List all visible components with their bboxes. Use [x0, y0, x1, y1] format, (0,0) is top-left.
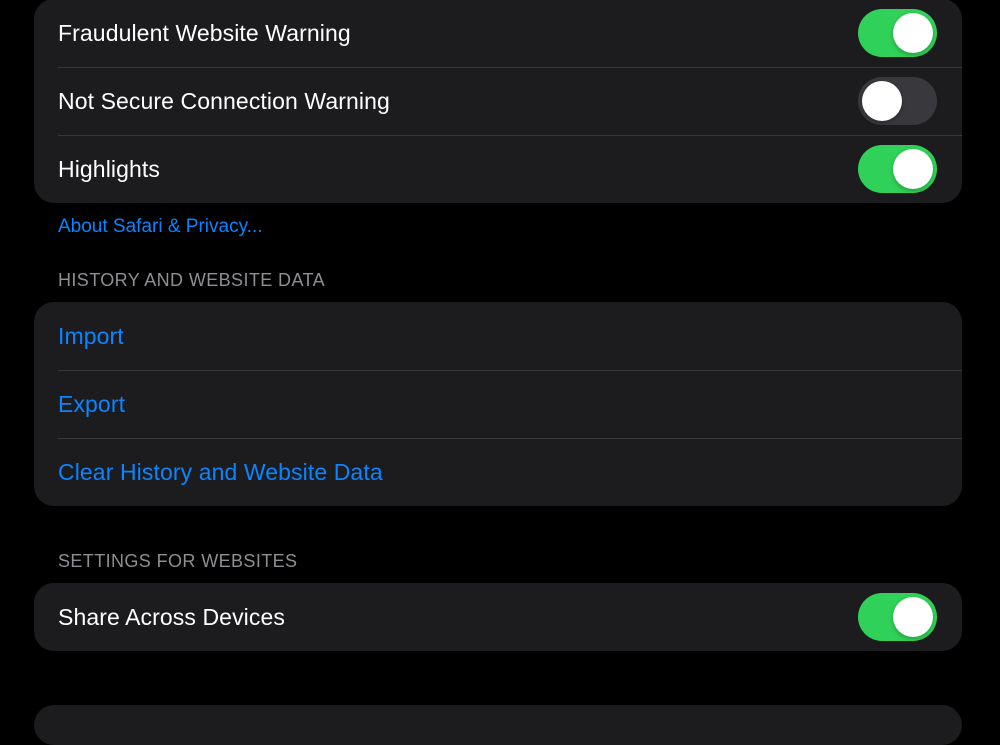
toggle-knob	[862, 81, 902, 121]
next-settings-group	[34, 705, 962, 745]
import-button[interactable]: Import	[58, 323, 124, 350]
about-safari-privacy-link[interactable]: About Safari & Privacy...	[58, 216, 263, 238]
highlights-label: Highlights	[58, 155, 160, 182]
highlights-toggle[interactable]	[858, 145, 937, 193]
security-settings-group: Fraudulent Website Warning Not Secure Co…	[34, 0, 962, 203]
fraudulent-website-warning-toggle[interactable]	[858, 9, 937, 57]
not-secure-connection-warning-row: Not Secure Connection Warning	[34, 67, 962, 135]
clear-history-button[interactable]: Clear History and Website Data	[58, 459, 383, 486]
not-secure-connection-warning-label: Not Secure Connection Warning	[58, 87, 390, 114]
export-button[interactable]: Export	[58, 391, 125, 418]
toggle-knob	[893, 597, 933, 637]
not-secure-connection-warning-toggle[interactable]	[858, 77, 937, 125]
websites-settings-group: Share Across Devices	[34, 583, 962, 651]
history-section-header: HISTORY AND WEBSITE DATA	[58, 270, 325, 290]
share-across-devices-row: Share Across Devices	[34, 583, 962, 651]
clear-history-row[interactable]: Clear History and Website Data	[34, 438, 962, 506]
share-across-devices-toggle[interactable]	[858, 593, 937, 641]
fraudulent-website-warning-row: Fraudulent Website Warning	[34, 0, 962, 67]
toggle-knob	[893, 149, 933, 189]
toggle-knob	[893, 13, 933, 53]
export-row[interactable]: Export	[34, 370, 962, 438]
fraudulent-website-warning-label: Fraudulent Website Warning	[58, 19, 351, 46]
import-row[interactable]: Import	[34, 302, 962, 370]
share-across-devices-label: Share Across Devices	[58, 603, 285, 630]
highlights-row: Highlights	[34, 135, 962, 203]
websites-section-header: SETTINGS FOR WEBSITES	[58, 551, 298, 571]
history-settings-group: Import Export Clear History and Website …	[34, 302, 962, 506]
